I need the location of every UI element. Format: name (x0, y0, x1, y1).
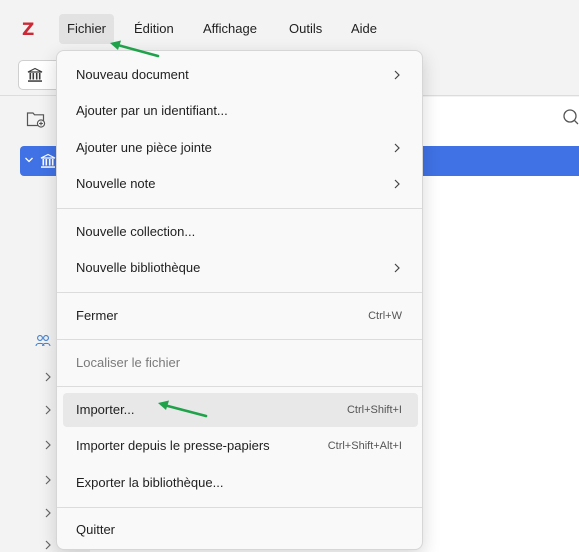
menu-item-label: Importer... (76, 402, 135, 417)
menu-item-label: Importer depuis le presse-papiers (76, 438, 270, 453)
chevron-right-icon (394, 263, 400, 273)
menu-item-fermer[interactable]: Fermer Ctrl+W (63, 299, 418, 333)
menu-item-label: Nouveau document (76, 67, 189, 82)
menu-item-label: Ajouter une pièce jointe (76, 140, 212, 155)
menu-outils[interactable]: Outils (281, 14, 330, 44)
menu-item-label: Exporter la bibliothèque... (76, 475, 224, 490)
chevron-right-icon[interactable] (44, 405, 52, 415)
menu-item-nouvelle-collection[interactable]: Nouvelle collection... (63, 215, 418, 249)
menu-affichage[interactable]: Affichage (195, 14, 265, 44)
menu-item-ajouter-piece-jointe[interactable]: Ajouter une pièce jointe (63, 131, 418, 165)
chevron-right-icon[interactable] (44, 508, 52, 518)
annotation-arrow-icon (158, 400, 208, 418)
library-icon (27, 67, 43, 82)
group-icon (35, 335, 51, 347)
menu-item-label: Nouvelle collection... (76, 224, 196, 239)
file-menu-dropdown: Nouveau document Ajouter par un identifi… (56, 50, 423, 550)
menu-separator (57, 292, 422, 293)
menu-item-label: Ajouter par un identifiant... (76, 103, 228, 118)
menu-aide[interactable]: Aide (343, 14, 385, 44)
menu-item-nouvelle-note[interactable]: Nouvelle note (63, 167, 418, 201)
menu-item-label: Nouvelle note (76, 176, 156, 191)
chevron-right-icon (394, 70, 400, 80)
menu-separator (57, 208, 422, 209)
zotero-logo[interactable]: Z (22, 20, 34, 40)
menu-item-shortcut: Ctrl+Shift+I (346, 404, 402, 416)
library-icon (40, 153, 56, 168)
menu-item-label: Localiser le fichier (76, 355, 181, 370)
menu-item-label: Quitter (76, 522, 116, 537)
menu-item-importer-presse-papiers[interactable]: Importer depuis le presse-papiers Ctrl+S… (63, 429, 418, 463)
menu-item-shortcut: Ctrl+Shift+Alt+I (327, 440, 402, 452)
chevron-right-icon[interactable] (44, 540, 52, 550)
chevron-right-icon[interactable] (44, 475, 52, 485)
menu-item-label: Nouvelle bibliothèque (76, 260, 201, 275)
chevron-right-icon (394, 143, 400, 153)
menu-item-localiser-fichier: Localiser le fichier (63, 346, 418, 380)
search-icon[interactable] (562, 108, 579, 125)
menu-item-nouvelle-bibliotheque[interactable]: Nouvelle bibliothèque (63, 251, 418, 285)
chevron-down-icon[interactable] (24, 155, 34, 165)
menubar: Z Fichier Édition Affichage Outils Aide (0, 0, 579, 56)
menu-separator (57, 339, 422, 340)
menu-item-shortcut: Ctrl+W (368, 310, 402, 322)
menu-item-label: Fermer (76, 308, 118, 323)
chevron-right-icon (394, 179, 400, 189)
menu-separator (57, 507, 422, 508)
new-collection-icon[interactable] (26, 110, 46, 128)
menu-item-ajouter-identifiant[interactable]: Ajouter par un identifiant... (63, 94, 418, 128)
chevron-right-icon[interactable] (44, 372, 52, 382)
menu-separator (57, 386, 422, 387)
chevron-right-icon[interactable] (44, 440, 52, 450)
menu-item-nouveau-document[interactable]: Nouveau document (63, 58, 418, 92)
menu-item-importer[interactable]: Importer... Ctrl+Shift+I (63, 393, 418, 427)
menu-item-exporter-bibliotheque[interactable]: Exporter la bibliothèque... (63, 466, 418, 500)
annotation-arrow-icon (110, 40, 160, 58)
menu-item-quitter[interactable]: Quitter (63, 513, 418, 547)
